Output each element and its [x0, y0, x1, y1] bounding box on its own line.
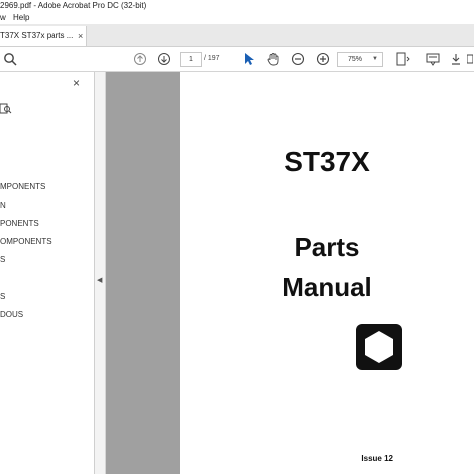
select-cursor-icon[interactable] [241, 51, 257, 67]
tab-close-icon[interactable]: × [78, 26, 83, 46]
zoom-value: 75% [348, 56, 363, 63]
document-tab[interactable]: T37X ST37x parts ... × [0, 26, 87, 46]
toolbar: 1 / 197 75% ▼ [0, 47, 474, 72]
page-total: / 197 [204, 55, 220, 62]
page-number-input[interactable]: 1 [180, 52, 202, 67]
zoom-out-icon[interactable] [290, 51, 306, 67]
page-fit-icon[interactable] [394, 51, 412, 67]
document-subtitle-parts: Parts [294, 232, 360, 262]
document-tab-label: T37X ST37x parts ... [0, 31, 74, 40]
document-viewer[interactable]: ST37X Parts Manual Issue 12 [106, 72, 474, 474]
bookmark-item[interactable]: MPONENTS [0, 182, 45, 191]
menu-view[interactable]: w [0, 12, 6, 24]
collapse-arrow-icon: ◀ [97, 277, 103, 284]
bookmark-search-icon[interactable] [0, 102, 12, 114]
prev-page-icon[interactable] [132, 51, 148, 67]
zoom-in-icon[interactable] [315, 51, 331, 67]
document-title: ST37X [284, 146, 370, 177]
issue-text: Issue 12 [361, 454, 393, 463]
annotate-icon[interactable] [425, 51, 441, 67]
bookmarks-panel: × MPONENTS N PONENTS OMPONENTS S S DOUS [0, 72, 95, 474]
hand-icon[interactable] [265, 51, 281, 67]
bookmark-item[interactable]: PONENTS [0, 219, 39, 228]
issue-label: Issue 12 [180, 454, 474, 463]
bookmark-item[interactable]: S [0, 255, 5, 264]
document-subtitle-manual: Manual [282, 272, 372, 302]
next-page-icon[interactable] [156, 51, 172, 67]
bookmark-item[interactable]: N [0, 201, 6, 210]
panel-collapse-strip[interactable]: ◀ [95, 72, 106, 474]
tab-bar: T37X ST37x parts ... × [0, 24, 474, 47]
window-titlebar: 2969.pdf - Adobe Acrobat Pro DC (32-bit) [0, 0, 474, 12]
bookmark-item[interactable]: DOUS [0, 310, 23, 319]
brand-logo [356, 324, 402, 370]
window-title: 2969.pdf - Adobe Acrobat Pro DC (32-bit) [0, 1, 147, 10]
menu-bar: w Help [0, 12, 474, 24]
pdf-page: ST37X Parts Manual Issue 12 [180, 72, 474, 474]
more-icon[interactable] [466, 51, 474, 67]
search-icon[interactable] [2, 51, 18, 67]
download-icon[interactable] [448, 51, 464, 67]
close-panel-icon[interactable]: × [73, 76, 80, 90]
chevron-down-icon: ▼ [372, 56, 378, 62]
zoom-select[interactable]: 75% ▼ [337, 52, 383, 67]
menu-help[interactable]: Help [13, 12, 29, 24]
bookmark-item[interactable]: OMPONENTS [0, 237, 52, 246]
bookmark-item[interactable]: S [0, 292, 5, 301]
